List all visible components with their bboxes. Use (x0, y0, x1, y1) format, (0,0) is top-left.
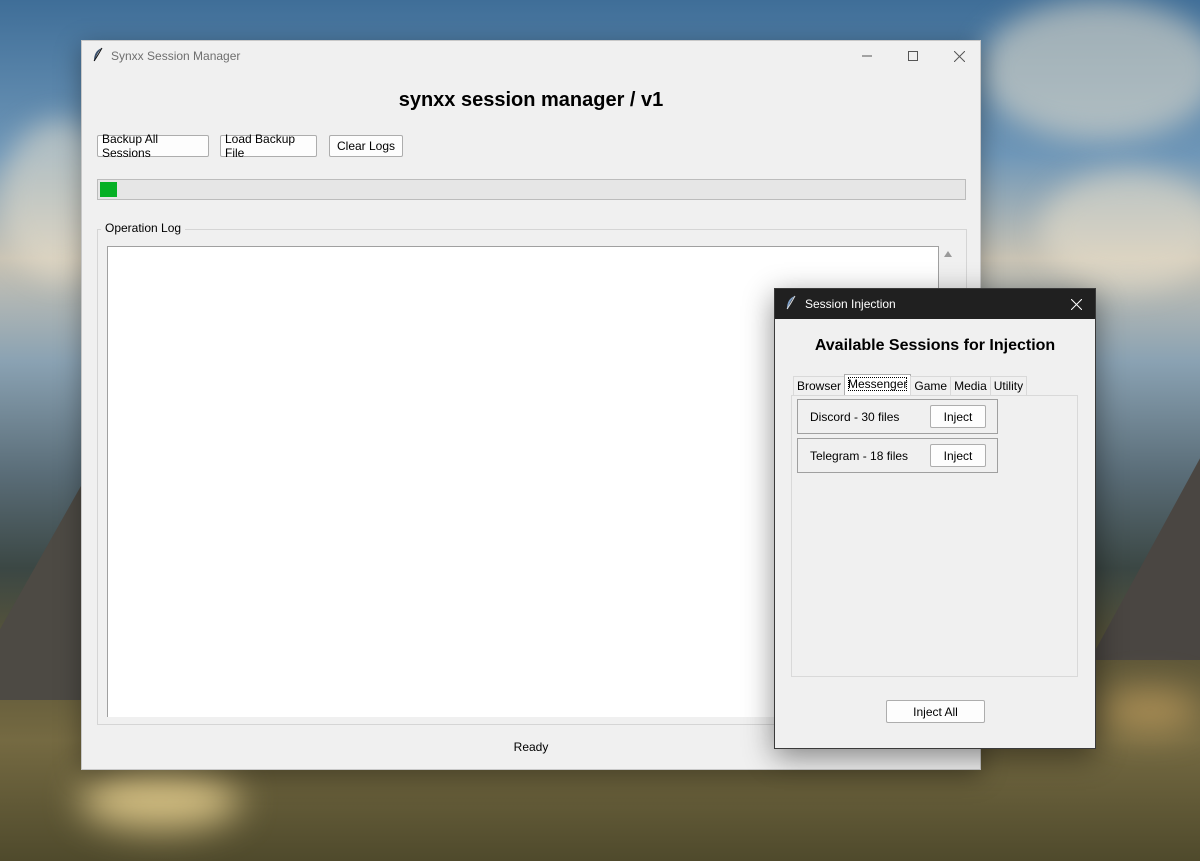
clear-logs-button[interactable]: Clear Logs (329, 135, 403, 157)
scroll-up-arrow-icon (944, 251, 952, 257)
operation-log-label: Operation Log (101, 221, 186, 235)
tab-utility[interactable]: Utility (989, 376, 1028, 395)
load-backup-file-button[interactable]: Load Backup File (220, 132, 317, 160)
minimize-button[interactable] (844, 41, 890, 71)
dialog-title: Session Injection (805, 297, 896, 311)
tab-browser[interactable]: Browser (793, 376, 846, 395)
session-row-telegram: Telegram - 18 files Inject (797, 438, 998, 473)
session-label: Telegram - 18 files (810, 449, 909, 463)
minimize-icon (862, 55, 872, 57)
main-titlebar[interactable]: Synxx Session Manager (82, 41, 980, 71)
log-scrollbar-up[interactable] (942, 249, 954, 259)
dialog-heading: Available Sessions for Injection (814, 337, 1056, 354)
window-title: Synxx Session Manager (111, 49, 241, 63)
category-tabs: Browser Messenger Game Media Utility (793, 374, 1028, 395)
dialog-titlebar[interactable]: Session Injection (775, 289, 1095, 319)
inject-all-button[interactable]: Inject All (886, 700, 985, 723)
session-label: Discord - 30 files (810, 410, 900, 424)
backup-all-sessions-button[interactable]: Backup All Sessions (97, 132, 209, 160)
maximize-button[interactable] (890, 41, 936, 71)
inject-discord-button[interactable]: Inject (930, 405, 986, 428)
progress-fill (100, 182, 118, 197)
inject-telegram-button[interactable]: Inject (930, 444, 986, 467)
tab-messenger[interactable]: Messenger (844, 374, 912, 395)
feather-icon (786, 295, 796, 310)
tab-media[interactable]: Media (950, 376, 991, 395)
close-icon (1070, 298, 1082, 310)
tab-game[interactable]: Game (910, 376, 952, 395)
dialog-close-button[interactable] (1057, 289, 1095, 319)
close-button[interactable] (936, 41, 982, 71)
session-injection-dialog: Session Injection Available Sessions for… (774, 288, 1096, 749)
progress-bar (97, 179, 966, 200)
session-row-discord: Discord - 30 files Inject (797, 399, 998, 434)
app-heading: synxx session manager / v1 (398, 89, 664, 111)
close-icon (953, 50, 965, 62)
feather-icon (93, 47, 103, 62)
messenger-tab-panel: Discord - 30 files Inject Telegram - 18 … (791, 395, 1078, 677)
maximize-icon (908, 51, 918, 61)
